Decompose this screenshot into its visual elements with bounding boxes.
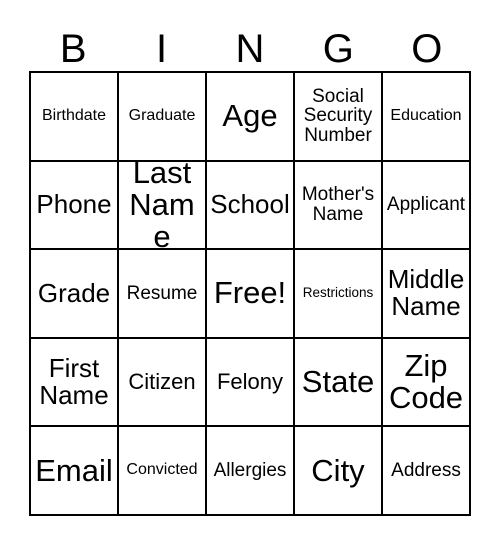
bingo-cell-label: Graduate bbox=[128, 106, 196, 124]
bingo-cell[interactable]: Social Security Number bbox=[295, 73, 383, 162]
bingo-cell-label: Birthdate bbox=[41, 106, 107, 124]
bingo-cell-label: City bbox=[311, 452, 365, 488]
bingo-header-letter-g: G bbox=[322, 27, 354, 71]
bingo-header-letter-i: I bbox=[156, 27, 168, 71]
bingo-cell-label: Convicted bbox=[126, 461, 198, 479]
bingo-cell[interactable]: Address bbox=[383, 427, 471, 516]
bingo-cell-label: First Name bbox=[39, 353, 109, 411]
bingo-cell-label: Phone bbox=[36, 189, 112, 220]
bingo-header-letter-b: B bbox=[59, 27, 87, 71]
bingo-cell[interactable]: Allergies bbox=[207, 427, 295, 516]
bingo-cell-label: Address bbox=[391, 459, 461, 481]
bingo-grid: Birthdate Graduate Age Social Security Numb… bbox=[29, 71, 471, 516]
bingo-cell-label: State bbox=[301, 363, 375, 399]
bingo-cell[interactable]: Resume bbox=[119, 250, 207, 339]
bingo-cell[interactable]: Felony bbox=[207, 338, 295, 428]
bingo-free-space[interactable]: Free! bbox=[207, 250, 295, 339]
bingo-cell-label: Zip Code bbox=[388, 347, 464, 416]
bingo-cell[interactable]: Email bbox=[31, 427, 119, 516]
bingo-row: Email Convicted Allergies City Address bbox=[31, 427, 471, 516]
bingo-cell-label: Citizen bbox=[128, 368, 196, 394]
bingo-header-row: B I N G O bbox=[29, 14, 471, 71]
bingo-cell-label: Education bbox=[390, 106, 462, 124]
bingo-cell[interactable]: Grade bbox=[31, 250, 119, 339]
bingo-header-letter-n: N bbox=[235, 27, 265, 71]
bingo-cell-label: Social Security Number bbox=[303, 85, 373, 147]
bingo-cell[interactable]: Citizen bbox=[119, 338, 207, 428]
bingo-cell[interactable]: City bbox=[295, 427, 383, 516]
bingo-card: B I N G O Birthdate Graduate Age Social Sec… bbox=[29, 14, 471, 516]
bingo-row: Grade Resume Free! Restrictions Middle Name bbox=[31, 250, 471, 339]
bingo-cell-label: Applicant bbox=[386, 194, 466, 216]
bingo-cell[interactable]: Phone bbox=[31, 161, 119, 251]
bingo-cell[interactable]: State bbox=[295, 338, 383, 428]
bingo-cell[interactable]: School bbox=[207, 161, 295, 251]
bingo-cell[interactable]: Last Name bbox=[119, 156, 207, 253]
bingo-row: Phone Last Name School Mother's Name Applica… bbox=[31, 156, 471, 253]
bingo-cell[interactable]: Education bbox=[383, 73, 471, 162]
bingo-header-letter-o: O bbox=[411, 27, 443, 71]
bingo-cell[interactable]: Middle Name bbox=[383, 250, 471, 339]
bingo-cell[interactable]: Birthdate bbox=[31, 73, 119, 162]
bingo-cell[interactable]: Restrictions bbox=[295, 250, 383, 339]
bingo-cell[interactable]: Graduate bbox=[119, 73, 207, 162]
bingo-cell-label: Last Name bbox=[129, 154, 195, 255]
bingo-cell-label: Restrictions bbox=[302, 285, 374, 301]
bingo-cell[interactable]: First Name bbox=[31, 338, 119, 428]
bingo-row: First Name Citizen Felony State Zip Code bbox=[31, 338, 471, 428]
bingo-cell-label: Allergies bbox=[213, 459, 287, 481]
bingo-cell[interactable]: Applicant bbox=[383, 161, 471, 251]
bingo-cell-label: Resume bbox=[126, 282, 198, 304]
bingo-cell-label: Grade bbox=[37, 277, 111, 308]
bingo-cell-label: Felony bbox=[216, 368, 284, 394]
bingo-cell[interactable]: Mother's Name bbox=[295, 161, 383, 251]
bingo-cell-label: Middle Name bbox=[387, 264, 465, 322]
bingo-cell[interactable]: Convicted bbox=[119, 427, 207, 516]
bingo-cell-label: Mother's Name bbox=[301, 184, 375, 225]
bingo-row: Birthdate Graduate Age Social Security Numb… bbox=[31, 73, 471, 162]
bingo-cell[interactable]: Age bbox=[207, 73, 295, 162]
bingo-cell[interactable]: Zip Code bbox=[383, 338, 471, 428]
bingo-cell-label: Free! bbox=[213, 275, 287, 311]
bingo-cell-label: Email bbox=[35, 452, 113, 488]
bingo-cell-label: School bbox=[210, 189, 290, 220]
bingo-cell-label: Age bbox=[222, 98, 278, 134]
